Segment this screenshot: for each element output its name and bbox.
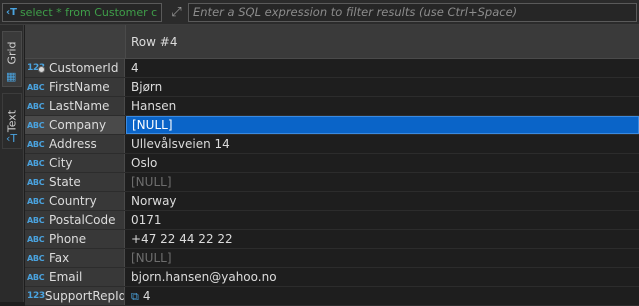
string-type-icon: ABC [27, 120, 45, 130]
string-type-icon: ABC [27, 196, 45, 206]
field-name-cell[interactable]: ABC Email [25, 268, 125, 286]
field-value: Norway [131, 194, 177, 208]
field-name-cell[interactable]: ABC Country [25, 192, 125, 210]
field-name-cell[interactable]: 123 CustomerId [25, 59, 125, 77]
foreign-key-link-icon[interactable]: ⧉ [131, 290, 139, 303]
field-value: Ullevålsveien 14 [131, 137, 230, 151]
record-rows: 123 CustomerId 4 ABC FirstName Bjørn ABC LastNa… [25, 59, 639, 306]
grid-icon: ▦ [6, 70, 17, 83]
filter-bar: ‹T select * from Customer c ⤢ Enter a SQ… [0, 0, 639, 25]
filter-input[interactable]: Enter a SQL expression to filter results… [188, 3, 637, 22]
table-row[interactable]: ABC Country Norway [25, 192, 639, 211]
field-value: 0171 [131, 213, 162, 227]
field-value: [NULL] [132, 118, 173, 132]
field-name-cell[interactable]: ABC Company [25, 116, 125, 134]
field-name: LastName [49, 99, 110, 113]
field-value: [NULL] [131, 251, 172, 265]
string-type-icon: ABC [27, 234, 45, 244]
table-row[interactable]: ABC PostalCode 0171 [25, 211, 639, 230]
field-value: [NULL] [131, 175, 172, 189]
field-name-cell[interactable]: 123 SupportRepId [25, 287, 125, 305]
table-row[interactable]: ABC Phone +47 22 44 22 22 [25, 230, 639, 249]
field-value-cell[interactable]: ⧉ 4 [126, 287, 639, 305]
field-value: Oslo [131, 156, 158, 170]
field-name: FirstName [49, 80, 110, 94]
tab-grid[interactable]: Grid ▦ [2, 31, 22, 87]
table-row[interactable]: ABC State [NULL] [25, 173, 639, 192]
field-name-cell[interactable]: ABC PostalCode [25, 211, 125, 229]
sql-query-text: select * from Customer c [19, 6, 158, 19]
field-value: +47 22 44 22 22 [131, 232, 233, 246]
field-value-cell[interactable]: Ullevålsveien 14 [126, 135, 639, 153]
selected-value-cell[interactable]: [NULL] [126, 116, 639, 134]
string-type-icon: ABC [27, 139, 45, 149]
field-name: Email [49, 270, 83, 284]
record-grid: Row #4 123 CustomerId 4 ABC FirstName Bjørn AB… [25, 25, 639, 306]
expand-icon[interactable]: ⤢ [168, 4, 185, 21]
column-header-row-4[interactable]: Row #4 [131, 35, 177, 49]
field-name-cell[interactable]: ABC State [25, 173, 125, 191]
table-row[interactable]: ABC Company [NULL] [25, 116, 639, 135]
field-value-cell[interactable]: Bjørn [126, 78, 639, 96]
text-icon: ‹T [6, 132, 18, 145]
numeric-type-icon: 123 [27, 63, 45, 73]
field-name: State [49, 175, 81, 189]
table-row[interactable]: ABC Email bjorn.hansen@yahoo.no [25, 268, 639, 287]
field-name: City [49, 156, 73, 170]
header-corner [25, 25, 126, 58]
string-type-icon: ABC [27, 158, 45, 168]
primary-key-icon [38, 66, 45, 73]
string-type-icon: ABC [27, 253, 45, 263]
tab-text[interactable]: Text ‹T [2, 93, 22, 149]
grid-header: Row #4 [25, 25, 639, 59]
field-value-cell[interactable]: 0171 [126, 211, 639, 229]
table-row[interactable]: ABC LastName Hansen [25, 97, 639, 116]
field-value-cell[interactable]: Hansen [126, 97, 639, 115]
tab-grid-label: Grid [5, 40, 19, 65]
sql-script-icon: ‹T [6, 7, 17, 18]
field-value: Hansen [131, 99, 177, 113]
field-value-cell[interactable]: bjorn.hansen@yahoo.no [126, 268, 639, 286]
field-name: CustomerId [49, 61, 119, 75]
table-row[interactable]: 123 CustomerId 4 [25, 59, 639, 78]
field-value: 4 [142, 289, 151, 303]
tab-text-label: Text [5, 109, 19, 133]
string-type-icon: ABC [27, 101, 45, 111]
table-row[interactable]: 123 SupportRepId ⧉ 4 [25, 287, 639, 306]
field-value-cell[interactable]: [NULL] [126, 173, 639, 191]
field-name-cell[interactable]: ABC Fax [25, 249, 125, 267]
table-row[interactable]: ABC Fax [NULL] [25, 249, 639, 268]
field-value: 4 [131, 61, 139, 75]
table-row[interactable]: ABC City Oslo [25, 154, 639, 173]
field-value-cell[interactable]: Norway [126, 192, 639, 210]
view-mode-sidebar: Grid ▦ Text ‹T [0, 25, 24, 302]
field-value-cell[interactable]: [NULL] [126, 249, 639, 267]
field-name: PostalCode [49, 213, 116, 227]
table-row[interactable]: ABC FirstName Bjørn [25, 78, 639, 97]
sql-query-box[interactable]: ‹T select * from Customer c [2, 3, 162, 22]
table-row[interactable]: ABC Address Ullevålsveien 14 [25, 135, 639, 154]
string-type-icon: ABC [27, 272, 45, 282]
field-value-cell[interactable]: Oslo [126, 154, 639, 172]
string-type-icon: ABC [27, 215, 45, 225]
field-value-cell[interactable]: 4 [126, 59, 639, 77]
field-name: Fax [49, 251, 70, 265]
field-name: Company [49, 118, 107, 132]
field-name: Phone [49, 232, 87, 246]
numeric-type-icon: 123 [27, 291, 45, 301]
field-name: Address [49, 137, 97, 151]
field-name-cell[interactable]: ABC LastName [25, 97, 125, 115]
field-name: SupportRepId [44, 289, 125, 303]
string-type-icon: ABC [27, 82, 45, 92]
field-name-cell[interactable]: ABC FirstName [25, 78, 125, 96]
field-name-cell[interactable]: ABC City [25, 154, 125, 172]
field-name-cell[interactable]: ABC Phone [25, 230, 125, 248]
field-name-cell[interactable]: ABC Address [25, 135, 125, 153]
field-value: Bjørn [131, 80, 163, 94]
string-type-icon: ABC [27, 177, 45, 187]
field-value: bjorn.hansen@yahoo.no [131, 270, 277, 284]
field-value-cell[interactable]: +47 22 44 22 22 [126, 230, 639, 248]
field-name: Country [49, 194, 97, 208]
